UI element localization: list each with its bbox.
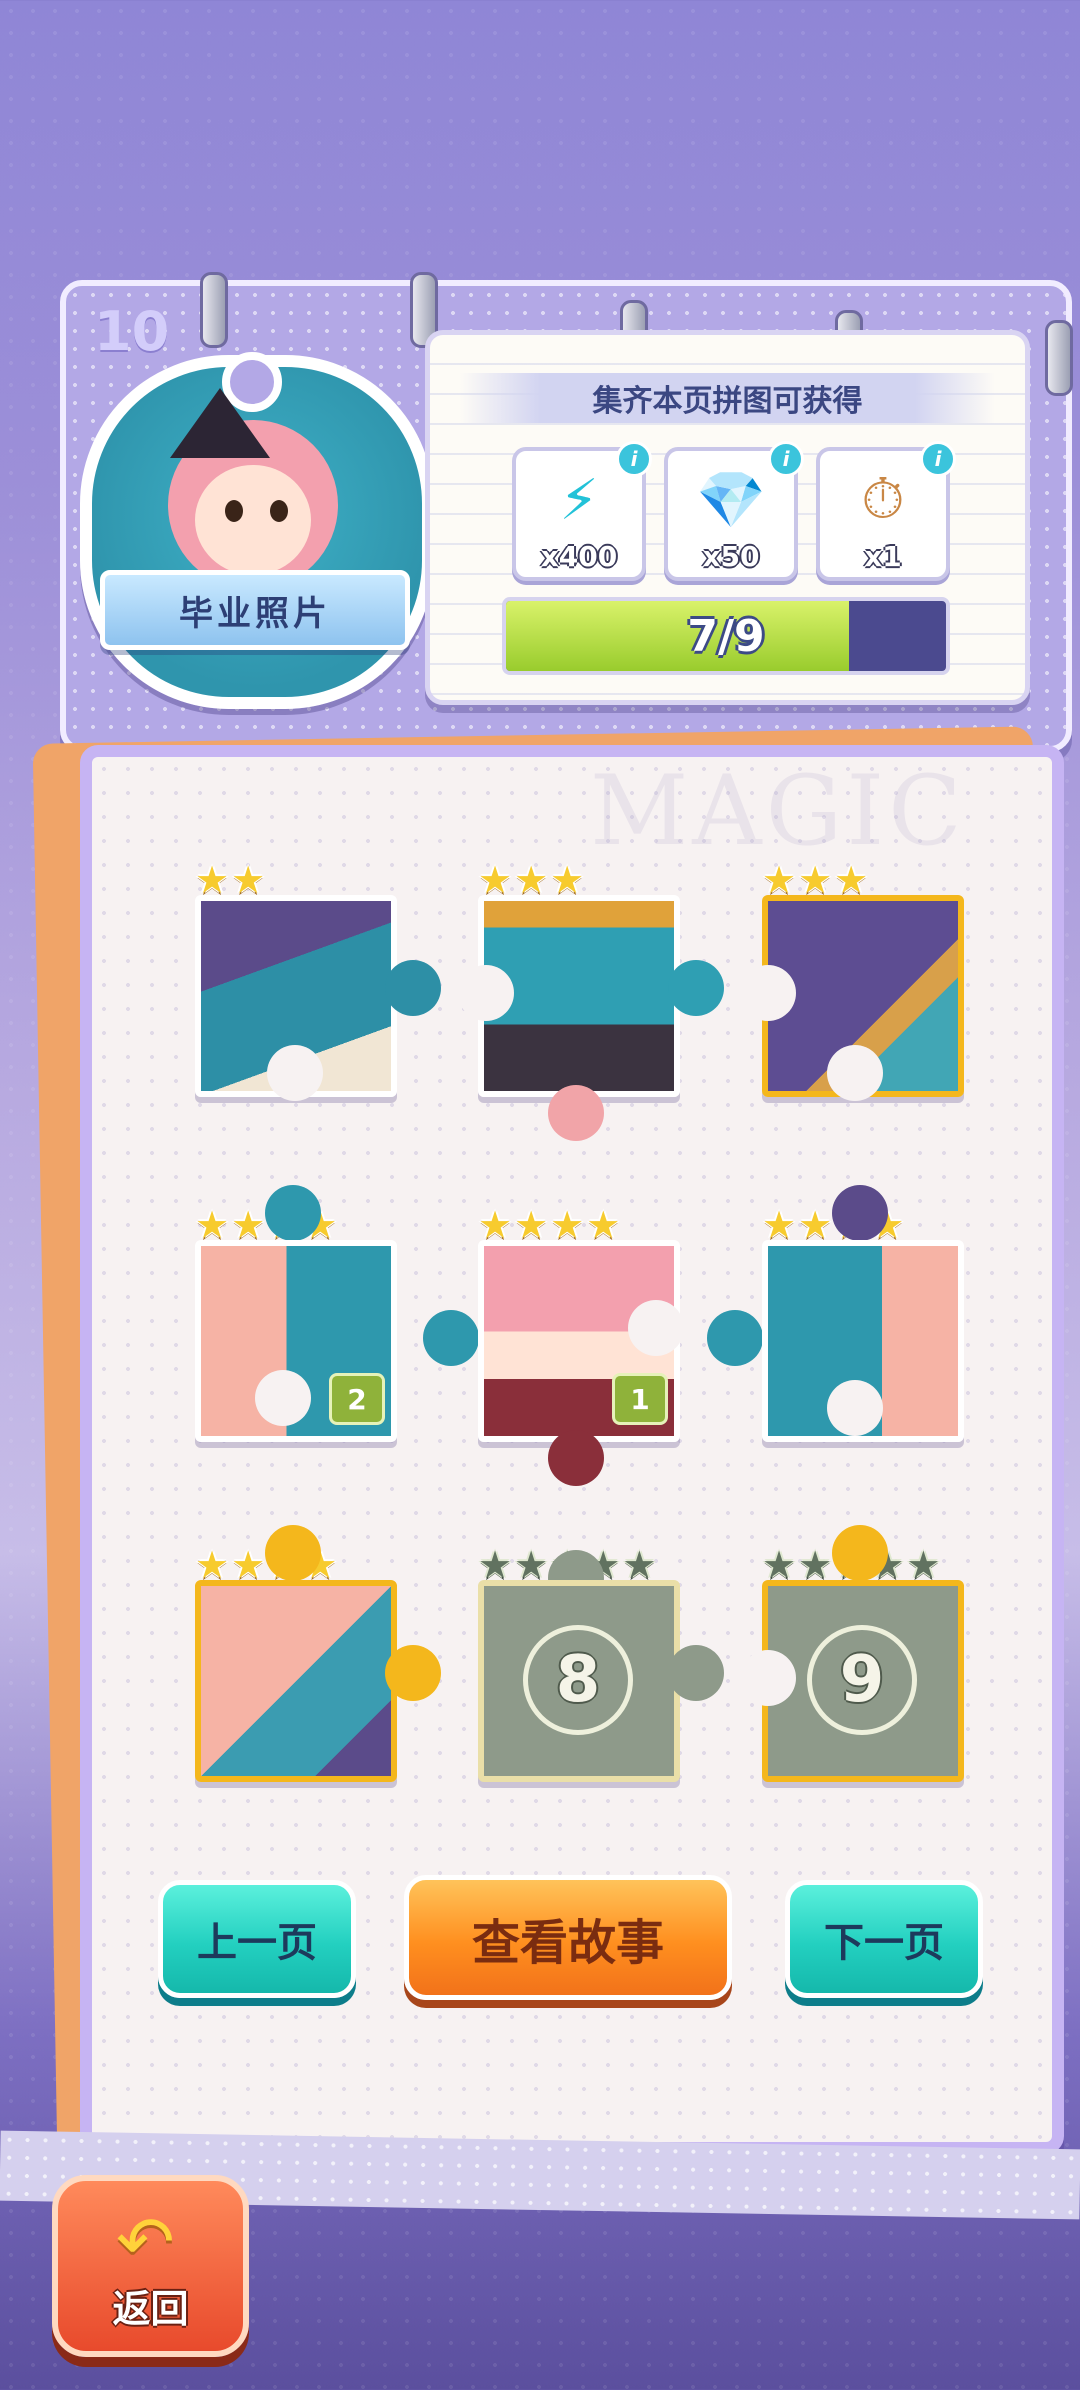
piece-tab bbox=[707, 1310, 763, 1366]
puzzle-piece-8-locked[interactable]: ★★★★★ 8 bbox=[478, 1546, 724, 1782]
character-face bbox=[195, 465, 311, 575]
star-filled-icon: ★ bbox=[762, 858, 797, 902]
back-label: 返回 bbox=[112, 2287, 189, 2331]
character-eye bbox=[270, 500, 288, 522]
piece-slot bbox=[827, 1045, 883, 1101]
star-filled-icon: ★ bbox=[478, 858, 513, 902]
star-filled-icon: ★ bbox=[550, 1203, 585, 1247]
stopwatch-icon: ⏱ bbox=[861, 467, 905, 532]
puzzle-piece-2[interactable]: ★ ★ ★ bbox=[458, 861, 724, 1141]
piece-slot bbox=[255, 1370, 311, 1426]
star-filled-icon: ★ bbox=[762, 1203, 797, 1247]
collection-progress-bar: 7/9 bbox=[502, 597, 950, 675]
page-number: 10 bbox=[94, 300, 170, 363]
star-filled-icon: ★ bbox=[798, 858, 833, 902]
reward-item-stopwatch[interactable]: ⏱ x1 i bbox=[816, 441, 956, 581]
piece-tab bbox=[423, 1310, 479, 1366]
star-empty-icon: ★ bbox=[514, 1543, 549, 1587]
piece-tab bbox=[548, 1085, 604, 1141]
piece-tab bbox=[385, 1645, 441, 1701]
character-eye bbox=[225, 500, 243, 522]
piece-slot bbox=[628, 1300, 684, 1356]
reward-item-diamond[interactable]: 💎 x50 i bbox=[664, 441, 804, 581]
energy-bolt-icon: ⚡ bbox=[559, 467, 599, 533]
info-icon[interactable]: i bbox=[616, 441, 652, 477]
puzzle-piece-5[interactable]: ★ ★ ★ ★ 1 bbox=[423, 1206, 684, 1486]
info-icon[interactable]: i bbox=[920, 441, 956, 477]
diamond-icon: 💎 bbox=[696, 468, 766, 533]
witch-hat-icon bbox=[170, 388, 270, 458]
binder-ring-icon bbox=[200, 272, 228, 348]
piece-tab bbox=[265, 1185, 321, 1241]
binder-ring-icon bbox=[1045, 320, 1073, 396]
piece-tab bbox=[668, 1645, 724, 1701]
piece-tab bbox=[265, 1525, 321, 1581]
star-empty-icon: ★ bbox=[798, 1543, 833, 1587]
star-filled-icon: ★ bbox=[231, 1543, 266, 1587]
piece-slot bbox=[267, 1045, 323, 1101]
star-filled-icon: ★ bbox=[798, 1203, 833, 1247]
star-empty-icon: ★ bbox=[478, 1543, 513, 1587]
star-empty-icon: ★ bbox=[906, 1543, 941, 1587]
star-filled-icon: ★ bbox=[514, 1203, 549, 1247]
reward-card: 集齐本页拼图可获得 ⚡ x400 i 💎 x50 i ⏱ x1 i 7/9 bbox=[425, 330, 1030, 705]
puzzle-piece-3[interactable]: ★ ★ ★ bbox=[740, 861, 964, 1101]
piece-number: 9 bbox=[807, 1625, 917, 1735]
view-story-button[interactable]: 查看故事 bbox=[404, 1875, 732, 2000]
reward-item-energy[interactable]: ⚡ x400 i bbox=[512, 441, 652, 581]
puzzle-piece-1[interactable]: ★ ★ bbox=[195, 861, 441, 1101]
star-filled-icon: ★ bbox=[195, 1203, 230, 1247]
reward-qty: x400 bbox=[540, 540, 618, 573]
piece-artwork bbox=[195, 1580, 397, 1782]
piece-count-badge: 1 bbox=[612, 1373, 668, 1425]
star-empty-icon: ★ bbox=[622, 1543, 657, 1587]
star-empty-icon: ★ bbox=[762, 1543, 797, 1587]
star-rating: ★ ★ bbox=[195, 861, 265, 899]
piece-number: 8 bbox=[523, 1625, 633, 1735]
star-filled-icon: ★ bbox=[478, 1203, 513, 1247]
star-rating: ★ ★ ★ bbox=[762, 861, 868, 899]
piece-slot bbox=[827, 1380, 883, 1436]
star-filled-icon: ★ bbox=[231, 858, 266, 902]
progress-text: 7/9 bbox=[687, 610, 765, 662]
star-filled-icon: ★ bbox=[195, 858, 230, 902]
star-rating: ★★★★ bbox=[478, 1206, 620, 1244]
reward-title: 集齐本页拼图可获得 bbox=[460, 373, 995, 423]
board-watermark: MAGIC bbox=[590, 755, 966, 867]
piece-tab bbox=[832, 1525, 888, 1581]
puzzle-piece-4[interactable]: ★★★★ 2 bbox=[195, 1185, 397, 1442]
star-filled-icon: ★ bbox=[834, 858, 869, 902]
piece-slot bbox=[740, 965, 796, 1021]
star-rating: ★ ★ ★ bbox=[478, 861, 584, 899]
piece-tab bbox=[668, 960, 724, 1016]
star-filled-icon: ★ bbox=[550, 858, 585, 902]
piece-slot bbox=[458, 965, 514, 1021]
piece-slot bbox=[740, 1650, 796, 1706]
prev-page-button[interactable]: 上一页 bbox=[158, 1880, 356, 1998]
return-arrow-icon: ↶ bbox=[116, 2201, 175, 2283]
piece-tab bbox=[548, 1430, 604, 1486]
back-button[interactable]: ↶ 返回 bbox=[52, 2175, 249, 2357]
puzzle-piece-7[interactable]: ★★★★ bbox=[195, 1525, 441, 1782]
info-icon[interactable]: i bbox=[768, 441, 804, 477]
puzzle-piece-9-locked[interactable]: ★★★★★ 9 bbox=[740, 1525, 964, 1782]
next-page-button[interactable]: 下一页 bbox=[785, 1880, 983, 1998]
star-filled-icon: ★ bbox=[586, 1203, 621, 1247]
photo-title-ribbon: 毕业照片 bbox=[100, 570, 410, 650]
reward-qty: x1 bbox=[864, 540, 902, 573]
star-filled-icon: ★ bbox=[231, 1203, 266, 1247]
piece-tab bbox=[385, 960, 441, 1016]
piece-tab bbox=[832, 1185, 888, 1241]
piece-count-badge: 2 bbox=[329, 1373, 385, 1425]
reward-qty: x50 bbox=[702, 540, 760, 573]
star-filled-icon: ★ bbox=[195, 1543, 230, 1587]
puzzle-piece-6[interactable]: ★★★★ bbox=[707, 1185, 964, 1442]
star-filled-icon: ★ bbox=[514, 858, 549, 902]
